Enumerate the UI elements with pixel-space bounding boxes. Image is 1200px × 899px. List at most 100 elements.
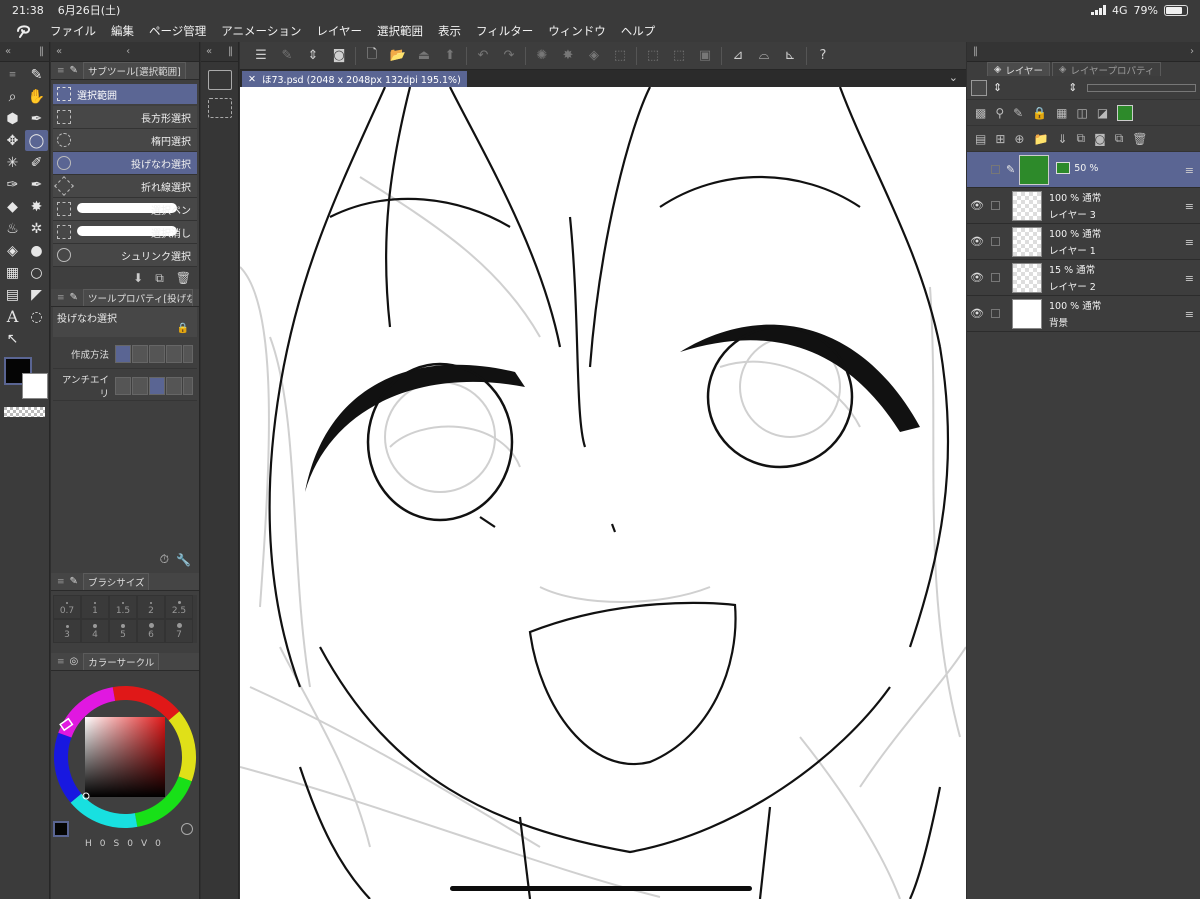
brushsize-item[interactable]: 1 bbox=[81, 595, 109, 619]
subtool-shrink-select[interactable]: シュリンク選択 bbox=[53, 244, 197, 267]
menu-file[interactable]: ファイル bbox=[50, 23, 96, 39]
drawing-canvas[interactable] bbox=[240, 87, 966, 899]
layer-menu-icon[interactable]: ▤ bbox=[975, 132, 986, 146]
antialias-dropdown-icon[interactable] bbox=[183, 376, 193, 395]
colorcircle-mode-icon[interactable] bbox=[181, 823, 193, 835]
transform-icon[interactable]: ⬚ bbox=[607, 44, 633, 68]
brushsize-item[interactable]: 0.7 bbox=[53, 595, 81, 619]
subtool-rect-select[interactable]: 長方形選択 bbox=[53, 106, 197, 129]
layer-row[interactable]: 👁 15 % 通常 レイヤー 2 ≡ bbox=[967, 260, 1200, 296]
brushsize-item[interactable]: 2.5 bbox=[165, 595, 193, 619]
layer-drag-handle-icon[interactable]: ≡ bbox=[1185, 308, 1194, 321]
brushsize-item[interactable]: 1.5 bbox=[109, 595, 137, 619]
back-chevron-icon[interactable]: ‹ bbox=[126, 46, 130, 57]
menu-page[interactable]: ページ管理 bbox=[149, 23, 206, 39]
antialias-weak-icon[interactable] bbox=[132, 376, 148, 395]
collapse-icon[interactable]: « bbox=[56, 46, 62, 57]
mode-dropdown-icon[interactable] bbox=[183, 344, 193, 363]
eye-icon[interactable]: 👁 bbox=[967, 307, 987, 320]
open-folder-icon[interactable]: 📂 bbox=[385, 44, 411, 68]
merge-icon[interactable]: ⧉ bbox=[1076, 131, 1085, 146]
ruler-show-icon[interactable]: ◪ bbox=[1097, 106, 1108, 120]
brushsize-item[interactable]: 2 bbox=[137, 595, 165, 619]
frame-icon[interactable]: ▤ bbox=[1, 284, 24, 305]
delete-layer-icon[interactable]: 🗑 bbox=[1132, 132, 1147, 146]
layer-drag-handle-icon[interactable]: ≡ bbox=[1185, 236, 1194, 249]
close-tab-icon[interactable]: ✕ bbox=[248, 74, 256, 85]
redo-icon[interactable]: ↷ bbox=[496, 44, 522, 68]
help-icon[interactable]: ? bbox=[810, 44, 836, 68]
correction-icon[interactable]: ↖ bbox=[1, 328, 24, 349]
eraser-icon[interactable]: ◆ bbox=[1, 196, 24, 217]
star-burst-icon[interactable]: ✸ bbox=[25, 196, 48, 217]
new-file-icon[interactable]: 🗋 bbox=[359, 44, 385, 68]
balloon-icon[interactable]: ◌ bbox=[25, 306, 48, 327]
layer-select-checkbox[interactable] bbox=[991, 201, 1000, 210]
antialias-strong-icon[interactable] bbox=[166, 376, 182, 395]
subtool-selection-pen[interactable]: 選択ペン bbox=[53, 198, 197, 221]
brushsize-panel-title[interactable]: ブラシサイズ bbox=[82, 573, 150, 590]
mask-icon[interactable]: ◙ bbox=[1094, 132, 1106, 146]
eyedropper-icon[interactable]: ✐ bbox=[25, 152, 48, 173]
antialias-medium-icon[interactable] bbox=[149, 376, 165, 395]
layer-drag-handle-icon[interactable]: ≡ bbox=[1185, 200, 1194, 213]
edit-icon[interactable]: ✎ bbox=[274, 44, 300, 68]
menu-edit[interactable]: 編集 bbox=[111, 23, 134, 39]
brushsize-item[interactable]: 7 bbox=[165, 619, 193, 643]
menu-selection[interactable]: 選択範囲 bbox=[377, 23, 423, 39]
animation-icon[interactable] bbox=[207, 98, 232, 118]
fountain-pen-icon[interactable]: ✒ bbox=[25, 174, 48, 195]
settings-wrench-icon[interactable]: 🔧 bbox=[176, 553, 191, 567]
transfer-down-icon[interactable]: ⇓ bbox=[1057, 132, 1067, 146]
lock-layer-icon[interactable]: 🔒 bbox=[1032, 106, 1047, 120]
zoom-icon[interactable]: ⌕ bbox=[1, 86, 24, 107]
layer-row[interactable]: 👁 100 % 通常 レイヤー 3 ≡ bbox=[967, 188, 1200, 224]
color-circle[interactable]: H0 S0 V0 bbox=[51, 671, 199, 851]
clear-icon[interactable]: ✺ bbox=[529, 44, 555, 68]
brush-pen-icon[interactable]: ✎ bbox=[25, 64, 48, 85]
text-icon[interactable]: A bbox=[1, 306, 24, 327]
layer-row[interactable]: 👁 100 % 通常 レイヤー 1 ≡ bbox=[967, 224, 1200, 260]
water-drop-icon[interactable]: ● bbox=[25, 240, 48, 261]
show-selection-icon[interactable]: ▣ bbox=[692, 44, 718, 68]
home-indicator[interactable] bbox=[450, 886, 752, 891]
updown-icon[interactable]: ⇕ bbox=[300, 44, 326, 68]
layer-select-checkbox[interactable] bbox=[991, 165, 1000, 174]
tab-layer[interactable]: ◈ レイヤー bbox=[987, 62, 1051, 77]
ruler-snap-icon[interactable]: ⊿ bbox=[725, 44, 751, 68]
color-wheel[interactable] bbox=[51, 671, 200, 831]
airbrush-icon[interactable]: ♨ bbox=[1, 218, 24, 239]
collapse-right-icon[interactable]: › bbox=[1190, 46, 1194, 57]
menu-layer[interactable]: レイヤー bbox=[316, 23, 362, 39]
eye-icon[interactable]: 👁 bbox=[967, 271, 987, 284]
collapse-left-icon[interactable]: « bbox=[5, 46, 11, 57]
eye-icon[interactable]: 👁 bbox=[967, 199, 987, 212]
magic-wand-icon[interactable]: ✳ bbox=[1, 152, 24, 173]
circle-icon[interactable]: ○ bbox=[25, 262, 48, 283]
opacity-updown-icon[interactable]: ⇕ bbox=[1068, 81, 1077, 94]
subtool-panel-title[interactable]: サブツール[選択範囲] bbox=[82, 62, 186, 79]
new-raster-layer-icon[interactable]: ⊞ bbox=[995, 132, 1005, 146]
deselect-icon[interactable]: ⬚ bbox=[640, 44, 666, 68]
layer-row[interactable]: 👁 100 % 通常 背景 ≡ bbox=[967, 296, 1200, 332]
duplicate-icon[interactable]: ⧉ bbox=[1115, 131, 1124, 146]
collapse-icon[interactable]: « bbox=[206, 46, 212, 57]
layer-row[interactable]: ✎ 50 % ≡ bbox=[967, 152, 1200, 188]
layer-drag-handle-icon[interactable]: ≡ bbox=[1185, 272, 1194, 285]
save-icon[interactable]: ⏏ bbox=[411, 44, 437, 68]
gradient-icon[interactable]: ▦ bbox=[1, 262, 24, 283]
menu-animation[interactable]: アニメーション bbox=[221, 23, 301, 39]
reset-icon[interactable]: ⏱ bbox=[160, 552, 169, 567]
subtool-polyline-select[interactable]: 折れ線選択 bbox=[53, 175, 197, 198]
hand-icon[interactable]: ✋ bbox=[25, 86, 48, 107]
layer-select-checkbox[interactable] bbox=[991, 273, 1000, 282]
undo-icon[interactable]: ↶ bbox=[470, 44, 496, 68]
fill-selection-icon[interactable]: ◈ bbox=[581, 44, 607, 68]
lock-icon[interactable]: 🔒 bbox=[177, 323, 189, 334]
layer-select-checkbox[interactable] bbox=[991, 309, 1000, 318]
menu-help[interactable]: ヘルプ bbox=[621, 23, 656, 39]
blend-updown-icon[interactable]: ⇕ bbox=[993, 81, 1002, 94]
hamburger-menu-icon[interactable]: ☰ bbox=[248, 44, 274, 68]
document-tab[interactable]: ✕ ほ73.psd (2048 x 2048px 132dpi 195.1%) bbox=[242, 71, 467, 87]
clear-outside-icon[interactable]: ✸ bbox=[555, 44, 581, 68]
